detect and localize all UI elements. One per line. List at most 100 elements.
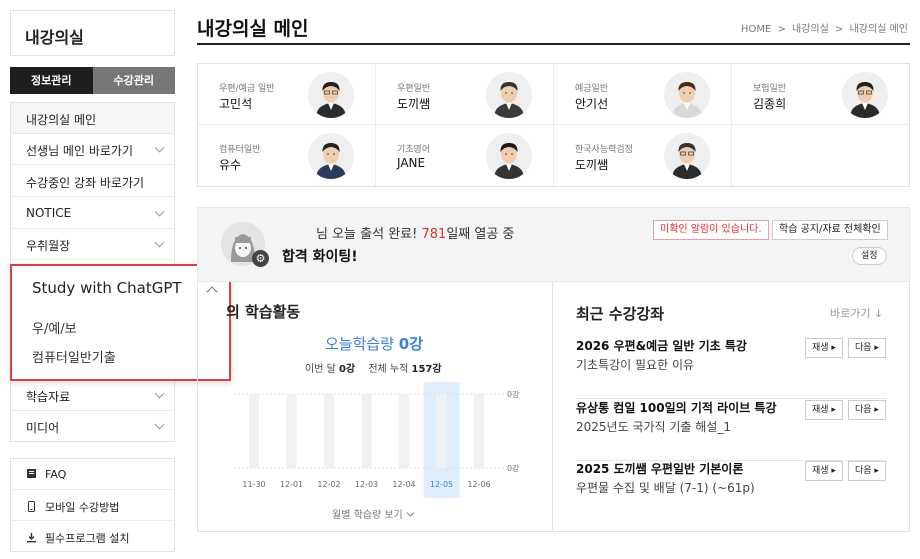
x-tick-label: 12-02 <box>317 480 340 489</box>
x-tick-label: 12-01 <box>280 480 303 489</box>
popup-item-postal-deposit-insurance[interactable]: 우/예/보 <box>32 318 77 337</box>
teacher-photo <box>486 72 532 118</box>
x-tick-label: 12-04 <box>392 480 415 489</box>
mobile-guide-link[interactable]: 모바일 수강방법 <box>11 490 174 521</box>
tab-course-management[interactable]: 수강관리 <box>92 67 175 94</box>
y-tick-label: 0강 <box>507 463 520 473</box>
chevron-down-icon <box>154 206 165 217</box>
sidebar-item-media[interactable]: 미디어 <box>11 411 174 442</box>
monthly-study-link[interactable]: 월별 학습량 보기 <box>332 506 415 521</box>
bar-track <box>249 394 259 468</box>
teacher-photo <box>486 133 532 179</box>
attendance-status: 님 오늘 출석 완료! 781일째 열공 중 <box>316 223 514 242</box>
bar-track <box>361 394 372 468</box>
faq-link[interactable]: FAQ <box>11 459 174 490</box>
y-tick-label: 0강 <box>507 389 520 399</box>
sidebar-item-study-materials[interactable]: 학습자료 <box>11 380 174 411</box>
teacher-name: 도끼쌤 <box>397 97 431 111</box>
chevron-down-icon <box>154 388 165 399</box>
page-title: 내강의실 메인 <box>197 18 309 40</box>
chevron-down-icon <box>154 419 165 430</box>
course-title[interactable]: 2026 우편&예금 일반 기초 특강 <box>576 337 747 354</box>
gear-icon[interactable]: ⚙ <box>252 250 269 267</box>
course-lecture: 기초특강이 필요한 이유 <box>576 358 695 372</box>
sidebar-tabs: 정보관리 수강관리 <box>10 67 175 94</box>
today-label: 오늘학습량 <box>325 335 395 353</box>
today-value: 0강 <box>398 335 424 353</box>
attendance-prefix: 님 오늘 출석 완료! <box>316 227 418 242</box>
total-value: 157강 <box>411 364 442 375</box>
attendance-streak-days: 781 <box>421 227 447 242</box>
unread-alarm-button[interactable]: 미확인 알람이 있습니다. <box>653 220 769 240</box>
faq-label: FAQ <box>45 468 67 481</box>
sidebar-item-label: NOTICE <box>26 206 72 220</box>
sidebar-item-label: 수강중인 강좌 바로가기 <box>26 176 145 190</box>
tab-info-management[interactable]: 정보관리 <box>10 67 93 94</box>
daily-study-chart: 0강 0강 11-30 12-01 12-02 12-03 12-04 12-05 12-06 <box>234 382 520 498</box>
teacher-photo <box>664 133 710 179</box>
sidebar-item-label: 선생님 메인 바로가기 <box>26 144 133 158</box>
popup-item-computer-exams[interactable]: 컴퓨터일반기출 <box>32 347 116 366</box>
teacher-card[interactable]: 기초영어 JANE <box>376 125 554 186</box>
teacher-subject: 기초영어 <box>397 145 431 155</box>
sidebar-item-teacher-main[interactable]: 선생님 메인 바로가기 <box>11 134 174 165</box>
play-button[interactable]: 재생 ▸ <box>805 461 843 481</box>
bar-track <box>399 394 409 468</box>
bar-track <box>324 394 334 468</box>
title-divider <box>197 43 910 45</box>
course-title[interactable]: 유상통 컴일 100일의 기적 라이브 특강 <box>576 399 777 416</box>
total-label: 전체 누적 <box>368 364 409 375</box>
sidebar-item-courses-in-progress[interactable]: 수강중인 강좌 바로가기 <box>11 166 174 197</box>
teacher-photo <box>308 72 354 118</box>
play-button[interactable]: 재생 ▸ <box>805 400 843 420</box>
teacher-grid: 우편/예금 일반 고민석 우편일반 도끼쌤 예금일반 안기선 보험일반 김종희 컴퓨터일반 유수 기… <box>197 63 910 187</box>
program-install-label: 필수프로그램 설치 <box>45 532 130 545</box>
course-lecture: 우편물 수집 및 배달 (7-1) (~61p) <box>576 481 755 495</box>
x-tick-label: 12-05 <box>430 480 453 489</box>
mobile-icon <box>28 501 35 512</box>
sidebar-help-links: FAQ 모바일 수강방법 필수프로그램 설치 <box>10 458 175 552</box>
teacher-card[interactable]: 우편일반 도끼쌤 <box>376 64 554 125</box>
sidebar-item-label: 내강의실 메인 <box>26 113 97 127</box>
teacher-card[interactable]: 컴퓨터일반유수 <box>198 125 376 186</box>
teacher-photo <box>842 72 888 118</box>
next-button[interactable]: 다음 ▸ <box>848 338 886 358</box>
recent-course-item: 2025 도끼쌤 우편일반 기본이론우편물 수집 및 배달 (7-1) (~61… <box>576 460 886 522</box>
study-counts: 이번 달 0강 전체 누적 157강 <box>305 360 442 375</box>
setting-button[interactable]: 설정 <box>852 247 887 265</box>
teacher-name: 유수 <box>219 158 242 172</box>
next-button[interactable]: 다음 ▸ <box>848 461 886 481</box>
next-button[interactable]: 다음 ▸ <box>848 400 886 420</box>
teacher-subject: 컴퓨터일반 <box>219 145 261 155</box>
x-tick-label: 12-03 <box>355 480 378 489</box>
chevron-down-icon <box>154 237 165 248</box>
course-title[interactable]: 2025 도끼쌤 우편일반 기본이론 <box>576 460 743 477</box>
month-label: 이번 달 <box>305 364 336 375</box>
teacher-subject: 한국사능력검정 <box>575 145 633 155</box>
x-tick-label: 11-30 <box>242 480 265 489</box>
recent-courses-shortcut[interactable]: 바로가기 ↓ <box>830 305 883 321</box>
play-button[interactable]: 재생 ▸ <box>805 338 843 358</box>
breadcrumb: HOME > 내강의실 > 내강의실 메인 <box>738 20 908 35</box>
activity-title: 의 학습활동 <box>226 303 301 321</box>
notice-all-button[interactable]: 학습 공지/자료 전체확인 <box>772 220 888 240</box>
bar-track <box>474 394 484 468</box>
bar-track <box>286 394 297 468</box>
teacher-subject: 우편/예금 일반 <box>219 84 275 94</box>
sidebar-title: 내강의실 <box>10 10 175 56</box>
breadcrumb-classroom[interactable]: 내강의실 <box>792 24 829 35</box>
sidebar-item-notice[interactable]: NOTICE <box>11 198 174 229</box>
teacher-card[interactable]: 보험일반 김종희 <box>732 64 910 125</box>
sidebar-item-label: 우취월장 <box>26 239 71 253</box>
teacher-name: 안기선 <box>575 97 609 111</box>
teacher-card[interactable]: 예금일반 안기선 <box>554 64 732 125</box>
teacher-card[interactable]: 한국사능력검정 도끼쌤 <box>554 125 732 186</box>
sidebar-item-my-classroom-main[interactable]: 내강의실 메인 <box>11 103 174 134</box>
attendance-banner: ⚙ 님 오늘 출석 완료! 781일째 열공 중 합격 화이팅! 미확인 알람이… <box>197 207 910 282</box>
breadcrumb-home[interactable]: HOME <box>741 24 771 35</box>
sidebar-item-uchwiwoljang[interactable]: 우취월장 <box>11 229 174 260</box>
teacher-card[interactable]: 우편/예금 일반 고민석 <box>198 64 376 125</box>
popup-title[interactable]: Study with ChatGPT <box>32 279 182 297</box>
program-install-link[interactable]: 필수프로그램 설치 <box>11 521 174 552</box>
month-value: 0강 <box>338 364 356 375</box>
